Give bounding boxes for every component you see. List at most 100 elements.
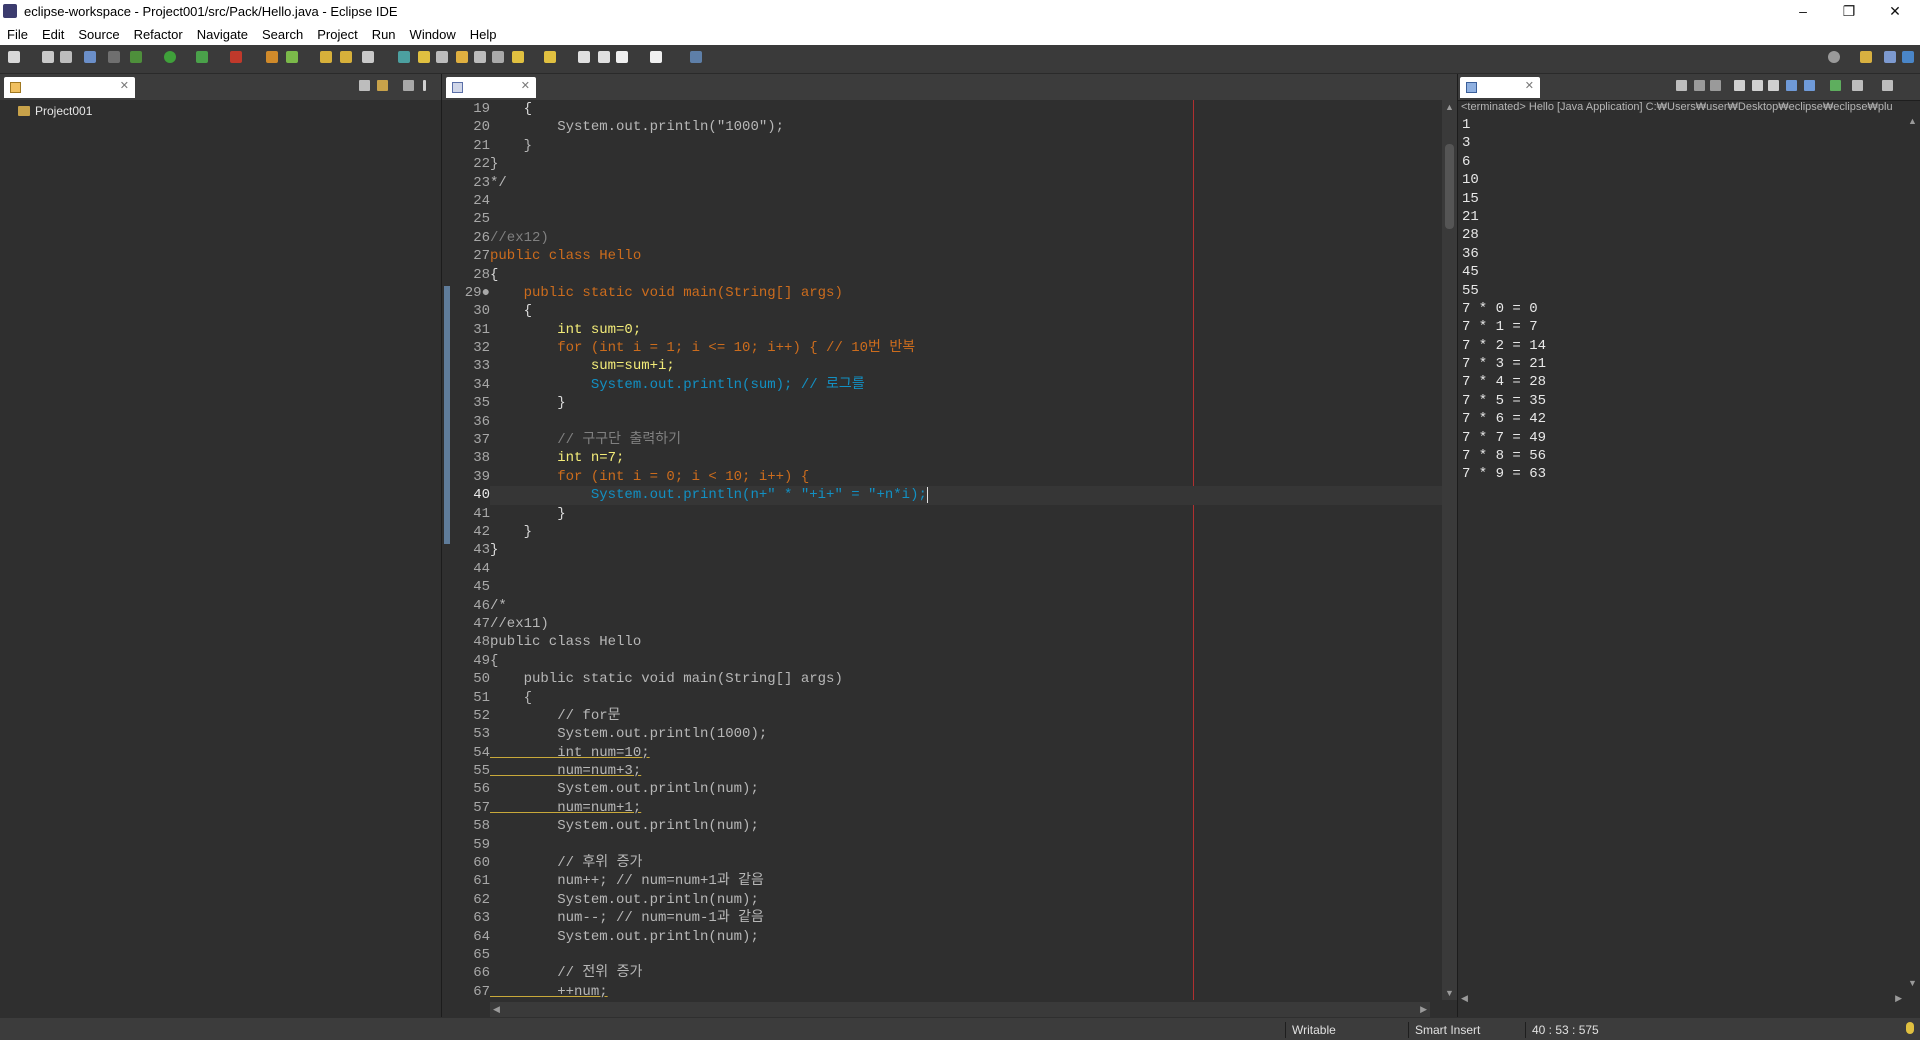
menu-edit[interactable]: Edit <box>35 24 71 45</box>
clear-console-icon[interactable] <box>1734 80 1745 91</box>
console-icon[interactable] <box>84 51 96 63</box>
code-lines[interactable]: { System.out.println("1000"); } } */ //e… <box>490 100 1442 1000</box>
menu-search[interactable]: Search <box>255 24 310 45</box>
java-perspective-icon[interactable] <box>1884 51 1896 63</box>
console-header: <terminated> Hello [Java Application] C:… <box>1461 101 1893 113</box>
open-perspective-icon[interactable] <box>1860 51 1872 63</box>
menu-project[interactable]: Project <box>310 24 364 45</box>
code-line: System.out.println("1000"); <box>490 119 785 136</box>
status-insert-mode[interactable]: Smart Insert <box>1408 1022 1480 1038</box>
coverage-icon[interactable] <box>196 51 208 63</box>
status-cursor-position[interactable]: 40 : 53 : 575 <box>1525 1022 1599 1038</box>
code-line: for (int i = 0; i < 10; i++) { <box>490 468 810 485</box>
scroll-up-icon[interactable]: ▲ <box>1908 116 1917 126</box>
scroll-down-icon[interactable]: ▼ <box>1908 978 1917 988</box>
collapse-all-icon[interactable] <box>359 80 370 91</box>
close-button[interactable]: ✕ <box>1872 0 1918 24</box>
menu-help[interactable]: Help <box>463 24 504 45</box>
search-icon[interactable] <box>1828 51 1840 63</box>
console-output[interactable]: 1 3 6 10 15 21 28 36 45 55 7 * 0 = 07 * 1 = 77 * 2… <box>1462 116 1892 484</box>
remove-all-launches-icon[interactable] <box>1710 80 1721 91</box>
next-edit-icon[interactable] <box>598 51 610 63</box>
run-icon[interactable] <box>164 51 176 63</box>
new-icon[interactable] <box>8 51 20 63</box>
forward-icon[interactable] <box>650 51 662 63</box>
close-icon[interactable]: ✕ <box>521 79 530 92</box>
pin-editor-icon[interactable] <box>690 51 702 63</box>
lightbulb-icon[interactable] <box>1906 1022 1914 1034</box>
prev-annotation-icon[interactable] <box>544 51 556 63</box>
debug-icon[interactable] <box>130 51 142 63</box>
debug-perspective-icon[interactable] <box>1902 51 1914 63</box>
link-editor-icon[interactable] <box>377 80 388 91</box>
new-java-project-icon[interactable] <box>266 51 278 63</box>
annotation-icon[interactable] <box>418 51 430 63</box>
line-number: 31 <box>473 321 490 338</box>
whitespace-icon[interactable] <box>474 51 486 63</box>
new-package-icon[interactable] <box>286 51 298 63</box>
open-console-icon[interactable] <box>1882 80 1893 91</box>
menu-window[interactable]: Window <box>403 24 463 45</box>
code-line: int num=10; <box>490 744 650 761</box>
menu-run[interactable]: Run <box>365 24 403 45</box>
scroll-left-icon[interactable]: ◀ <box>1461 993 1468 1004</box>
word-wrap-console-icon[interactable] <box>1768 80 1779 91</box>
block-selection-icon[interactable] <box>436 51 448 63</box>
menu-navigate[interactable]: Navigate <box>190 24 255 45</box>
editor-tab-hello-java[interactable]: ✕ <box>446 77 536 98</box>
save-all-icon[interactable] <box>60 51 72 63</box>
menu-source[interactable]: Source <box>71 24 126 45</box>
code-area[interactable]: 19 20 21 22 23 24 25 26 27 28 29● 30 31 32 33 34 35 36 37 3… <box>442 100 1442 1000</box>
save-icon[interactable] <box>42 51 54 63</box>
new-class-icon[interactable] <box>320 51 332 63</box>
line-number: 25 <box>473 211 490 228</box>
pilcrow-icon[interactable] <box>492 51 504 63</box>
word-wrap-icon[interactable] <box>456 51 468 63</box>
scroll-lock-icon[interactable] <box>1752 80 1763 91</box>
code-line: } <box>490 523 533 540</box>
pin-console-icon[interactable] <box>1830 80 1841 91</box>
toggle-mark-icon[interactable] <box>398 51 410 63</box>
menu-refactor[interactable]: Refactor <box>127 24 190 45</box>
console-vertical-scrollbar[interactable]: ▲ ▼ <box>1905 114 1920 990</box>
show-stderr-icon[interactable] <box>1804 80 1815 91</box>
close-icon[interactable]: ✕ <box>1525 79 1534 92</box>
scroll-up-icon[interactable]: ▲ <box>1445 102 1454 112</box>
editor-vertical-scrollbar[interactable]: ▲ ▼ <box>1442 100 1457 1000</box>
display-console-icon[interactable] <box>1852 80 1863 91</box>
minimize-view-icon[interactable] <box>403 80 414 91</box>
scroll-left-icon[interactable]: ◀ <box>493 1004 500 1015</box>
line-number: 40 <box>473 487 490 504</box>
terminate-icon[interactable] <box>1676 80 1687 91</box>
remove-launch-icon[interactable] <box>1694 80 1705 91</box>
code-line: public class Hello <box>490 248 642 265</box>
back-icon[interactable] <box>616 51 628 63</box>
editor-horizontal-scrollbar[interactable]: ◀ ▶ <box>490 1002 1430 1017</box>
menu-file[interactable]: File <box>0 24 35 45</box>
skip-breakpoints-icon[interactable] <box>108 51 120 63</box>
tree-item-project[interactable]: Project001 <box>18 104 92 120</box>
console-line: 10 <box>1462 172 1479 189</box>
scroll-right-icon[interactable]: ▶ <box>1420 1004 1427 1015</box>
scroll-right-icon[interactable]: ▶ <box>1895 993 1902 1004</box>
console-tab[interactable]: ✕ <box>1460 77 1540 98</box>
scrollbar-thumb[interactable] <box>1445 144 1454 229</box>
line-number: 21 <box>473 137 490 154</box>
console-horizontal-scrollbar[interactable]: ◀ ▶ <box>1458 991 1905 1006</box>
scroll-down-icon[interactable]: ▼ <box>1445 988 1454 998</box>
line-number: 57 <box>473 799 490 816</box>
close-icon[interactable]: ✕ <box>120 79 129 92</box>
minimize-button[interactable]: – <box>1780 0 1826 24</box>
open-type-icon[interactable] <box>340 51 352 63</box>
explorer-tab[interactable]: ✕ <box>4 77 135 98</box>
restore-button[interactable]: ❐ <box>1826 0 1872 24</box>
external-tools-icon[interactable] <box>230 51 242 63</box>
next-annotation-icon[interactable] <box>512 51 524 63</box>
view-menu-icon[interactable] <box>423 80 426 91</box>
console-line: 15 <box>1462 190 1479 207</box>
show-stdout-icon[interactable] <box>1786 80 1797 91</box>
search-tool-icon[interactable] <box>362 51 374 63</box>
last-edit-icon[interactable] <box>578 51 590 63</box>
